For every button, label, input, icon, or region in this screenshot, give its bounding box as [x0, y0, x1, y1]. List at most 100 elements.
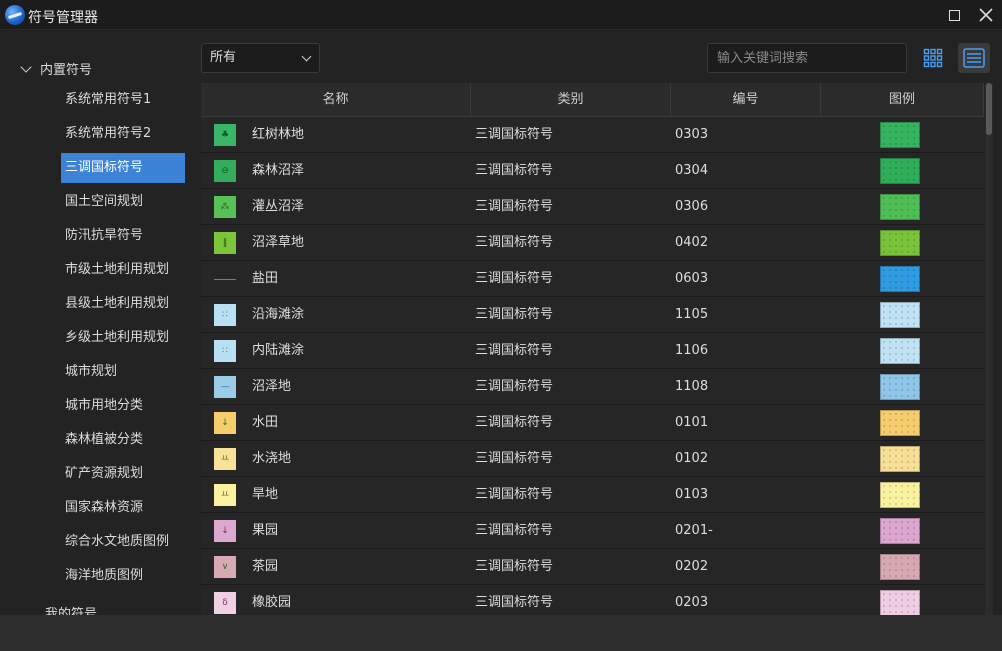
legend-swatch: [880, 482, 920, 508]
table-row[interactable]: ⁂ 灌丛沼泽 三调国标符号 0306: [201, 189, 984, 225]
symbol-preview-icon: [214, 268, 236, 290]
tree-item[interactable]: 县级土地利用规划: [61, 289, 185, 319]
tree-item[interactable]: 城市规划: [61, 357, 185, 387]
table-row[interactable]: ↓ 水田 三调国标符号 0101: [201, 405, 984, 441]
cell-category: 三调国标符号: [475, 163, 554, 178]
main-panel: 所有 名称 类别 编号 图例 ♣红树林地三调国标符号0303⊖森林沼泽三调国标符…: [193, 31, 1002, 615]
table-row[interactable]: ♣ 红树林地 三调国标符号 0303: [201, 117, 984, 153]
symbol-mark-icon: ⁂: [220, 201, 230, 212]
cell-category: 三调国标符号: [475, 523, 554, 538]
legend-swatch: [880, 266, 920, 292]
column-header-code[interactable]: 编号: [671, 83, 821, 117]
table-row[interactable]: ⊖ 森林沼泽 三调国标符号 0304: [201, 153, 984, 189]
table-row[interactable]: ↓ 果园 三调国标符号 0201-: [201, 513, 984, 549]
symbol-mark-icon: ∷: [222, 345, 228, 356]
legend-swatch: [880, 122, 920, 148]
cell-category: 三调国标符号: [475, 271, 554, 286]
column-header-name[interactable]: 名称: [201, 83, 471, 117]
table-row[interactable]: ‖ 沼泽草地 三调国标符号 0402: [201, 225, 984, 261]
table-row[interactable]: ㅛ 旱地 三调国标符号 0103: [201, 477, 984, 513]
tree-item[interactable]: 矿产资源规划: [61, 459, 185, 489]
symbol-name: 橡胶园: [252, 595, 292, 610]
app-logo-icon: [5, 5, 25, 25]
legend-swatch: [880, 410, 920, 436]
grid-view-button[interactable]: [917, 43, 949, 73]
tree-root-builtin-symbols[interactable]: 内置符号: [20, 59, 92, 78]
symbol-preview-icon: ⊖: [214, 160, 236, 182]
tree-root-my-symbols[interactable]: 我的符号: [45, 603, 97, 615]
tree-item[interactable]: 市级土地利用规划: [61, 255, 185, 285]
symbol-name: 红树林地: [252, 127, 305, 142]
symbol-preview-icon: ∷: [214, 304, 236, 326]
symbol-mark-icon: ㅛ: [220, 453, 230, 464]
tree-item[interactable]: 三调国标符号: [61, 153, 185, 183]
cell-code: 0101: [675, 415, 709, 430]
close-button[interactable]: [974, 4, 998, 26]
legend-swatch: [880, 302, 920, 328]
cell-category: 三调国标符号: [475, 379, 554, 394]
cell-category: 三调国标符号: [475, 559, 554, 574]
tree-item[interactable]: 国家森林资源: [61, 493, 185, 523]
tree-item[interactable]: 乡级土地利用规划: [61, 323, 185, 353]
table-header: 名称 类别 编号 图例: [201, 83, 984, 117]
symbol-mark-icon: ↓: [221, 525, 229, 536]
symbol-mark-icon: ‖: [222, 237, 228, 248]
symbol-mark-icon: —: [220, 381, 230, 392]
cell-code: 1105: [675, 307, 709, 322]
tree-item[interactable]: 防汛抗旱符号: [61, 221, 185, 251]
tree-item[interactable]: 海洋地质图例: [61, 561, 185, 591]
table-row[interactable]: 盐田 三调国标符号 0603: [201, 261, 984, 297]
search-input[interactable]: [707, 43, 907, 73]
symbol-name: 森林沼泽: [252, 163, 305, 178]
table-row[interactable]: ∨ 茶园 三调国标符号 0202: [201, 549, 984, 585]
symbol-mark-icon: ∨: [221, 561, 229, 572]
table-scrollbar[interactable]: [985, 83, 993, 615]
symbol-table: 名称 类别 编号 图例 ♣ 红树林地 三调国标符号 0303 ⊖ 森林沼泽 三调国标符号 03…: [201, 83, 984, 615]
column-header-category[interactable]: 类别: [471, 83, 671, 117]
cell-category: 三调国标符号: [475, 487, 554, 502]
legend-swatch: [880, 374, 920, 400]
table-row[interactable]: — 沼泽地 三调国标符号 1108: [201, 369, 984, 405]
cell-category: 三调国标符号: [475, 451, 554, 466]
tree-item[interactable]: 森林植被分类: [61, 425, 185, 455]
tree-item[interactable]: 系统常用符号1: [61, 85, 185, 115]
tree-items: 系统常用符号1 系统常用符号2 三调国标符号 国土空间规划 防汛抗旱符号 市级土地利用规划…: [61, 85, 185, 595]
cell-legend: [821, 153, 984, 189]
cell-name: ㅛ 水浇地: [201, 441, 471, 477]
cell-name: ↓ 水田: [201, 405, 471, 441]
scrollbar-thumb[interactable]: [986, 83, 992, 135]
table-row[interactable]: ∷ 内陆滩涂 三调国标符号 1106: [201, 333, 984, 369]
cell-code: 0102: [675, 451, 709, 466]
symbol-preview-icon: ♣: [214, 124, 236, 146]
window-title: 符号管理器: [28, 10, 98, 26]
table-row[interactable]: ∷ 沿海滩涂 三调国标符号 1105: [201, 297, 984, 333]
cell-code: 0202: [675, 559, 709, 574]
tree-item[interactable]: 国土空间规划: [61, 187, 185, 217]
symbol-preview-icon: ‖: [214, 232, 236, 254]
symbol-name: 沼泽地: [252, 379, 292, 394]
cell-code: 1106: [675, 343, 709, 358]
symbol-preview-icon: ↓: [214, 412, 236, 434]
title-bar: 符号管理器: [0, 0, 1002, 30]
symbol-mark-icon: ㅛ: [220, 489, 230, 500]
list-view-button[interactable]: [958, 43, 990, 73]
cell-legend: [821, 405, 984, 441]
tree-item[interactable]: 城市用地分类: [61, 391, 185, 421]
symbol-mark-icon: ⊖: [221, 165, 229, 176]
cell-name: ∨ 茶园: [201, 549, 471, 585]
tree-item[interactable]: 系统常用符号2: [61, 119, 185, 149]
cell-category: 三调国标符号: [475, 415, 554, 430]
cell-name: ↓ 果园: [201, 513, 471, 549]
table-row[interactable]: ㅛ 水浇地 三调国标符号 0102: [201, 441, 984, 477]
legend-swatch: [880, 518, 920, 544]
symbol-mark-icon: δ: [222, 597, 228, 608]
tree-item[interactable]: 综合水文地质图例: [61, 527, 185, 557]
column-header-legend[interactable]: 图例: [821, 83, 984, 117]
table-row[interactable]: δ 橡胶园 三调国标符号 0203: [201, 585, 984, 615]
category-filter-select[interactable]: 所有: [201, 43, 320, 73]
symbol-mark-icon: ∷: [222, 309, 228, 320]
cell-legend: [821, 189, 984, 225]
symbol-preview-icon: ㅛ: [214, 448, 236, 470]
maximize-button[interactable]: [942, 4, 966, 26]
cell-legend: [821, 225, 984, 261]
